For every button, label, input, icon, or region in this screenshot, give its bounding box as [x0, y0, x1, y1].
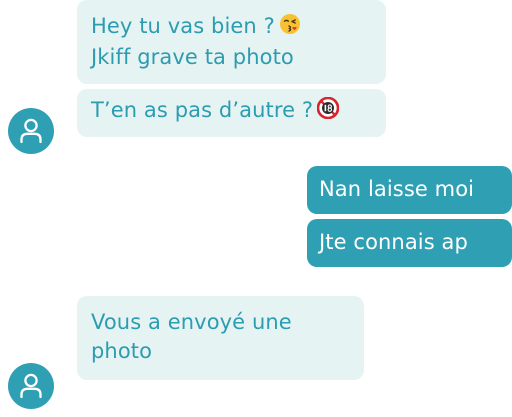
incoming-message-bubble: Vous a envoyé une photo	[77, 296, 364, 380]
user-icon	[20, 118, 42, 144]
no-one-under-eighteen-emoji-icon	[316, 96, 340, 127]
kiss-emoji-icon	[279, 13, 301, 43]
message-text-line: Jkiff grave ta photo	[91, 45, 294, 69]
contact-avatar[interactable]	[8, 363, 54, 409]
message-text-line: Nan laisse moi	[319, 177, 475, 201]
message-text-line: Hey tu vas bien ?	[91, 14, 275, 38]
outgoing-message-bubble: Jte connais ap	[307, 219, 512, 267]
message-text-line: Jte connais ap	[319, 230, 468, 254]
incoming-message-bubble: Hey tu vas bien ? Jkiff grave ta photo	[77, 0, 386, 84]
message-text-line: T’en as pas d’autre ?	[91, 98, 314, 122]
incoming-message-bubble: T’en as pas d’autre ?	[77, 89, 386, 137]
outgoing-message-bubble: Nan laisse moi	[307, 166, 512, 214]
message-text-line: Vous a envoyé une	[91, 310, 292, 334]
message-text-line: photo	[91, 339, 153, 363]
user-icon	[20, 373, 42, 399]
contact-avatar[interactable]	[8, 108, 54, 154]
